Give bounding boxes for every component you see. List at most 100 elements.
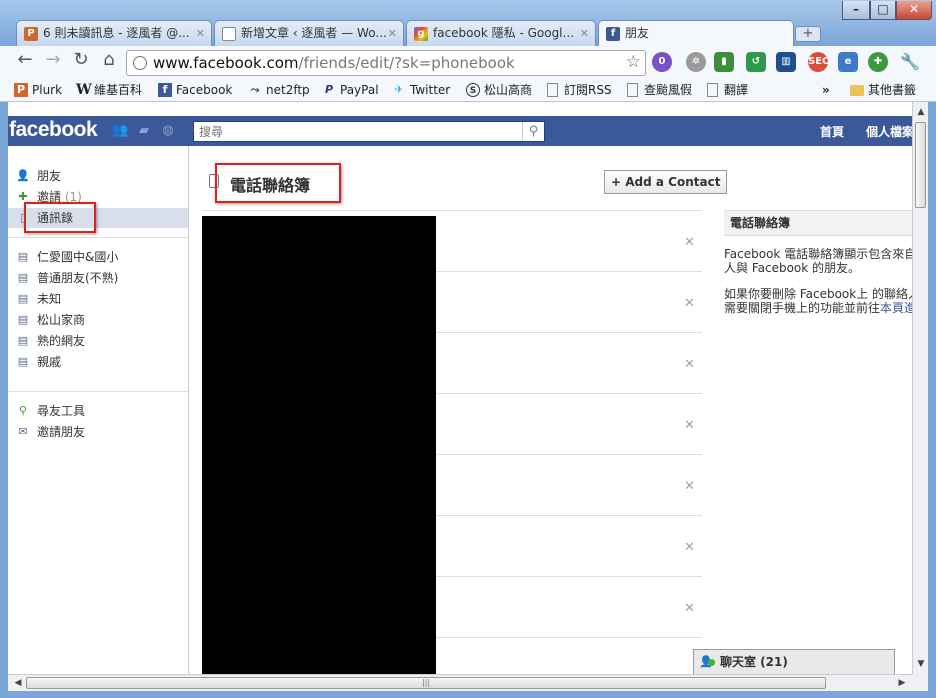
friend-requests-icon[interactable]: 👥 <box>112 123 128 139</box>
close-icon[interactable]: ✕ <box>196 21 205 46</box>
nav-list-item[interactable]: ▤ 普通朋友(不熟) <box>8 268 188 288</box>
search-icon[interactable]: ⚲ <box>522 122 544 141</box>
page-viewport: facebook 👥 ▰ ◍ ⚲ 首頁 個人檔案 👤 朋友 ✚ 邀請 (1) <box>8 102 928 674</box>
home-icon[interactable]: ⌂ <box>98 50 120 72</box>
bookmark-school[interactable]: S 松山高商 <box>466 81 532 99</box>
tab-google[interactable]: g facebook 隱私 - Googl... ✕ <box>406 20 596 46</box>
notifications-icon[interactable]: ◍ <box>160 123 176 139</box>
nav-label: 未知 <box>37 292 62 306</box>
back-arrow-icon[interactable]: ← <box>14 50 36 72</box>
bookmark-label: 訂閱RSS <box>564 83 612 97</box>
tab-wordpress[interactable]: 新增文章 ‹ 逐風者 — Wo... ✕ <box>214 20 404 46</box>
remove-contact-icon[interactable]: ✕ <box>684 418 695 433</box>
opera-extension-icon[interactable]: 0 <box>652 52 672 72</box>
horizontal-scroll-thumb[interactable]: ||| <box>26 677 826 689</box>
new-tab-button[interactable]: + <box>795 26 821 42</box>
facebook-logo[interactable]: facebook <box>9 118 98 142</box>
profile-link[interactable]: 個人檔案 <box>866 123 914 140</box>
other-bookmarks-folder[interactable]: 其他書籤 <box>850 81 916 99</box>
browser-window: P 6 則未讀訊息 - 逐風者 @... ✕ 新增文章 ‹ 逐風者 — Wo..… <box>0 0 936 698</box>
bookmark-twitter[interactable]: ✈ Twitter <box>392 81 450 99</box>
remove-contact-icon[interactable]: ✕ <box>684 357 695 372</box>
plurk-icon: P <box>24 27 38 41</box>
star-icon[interactable]: ☆ <box>626 52 641 72</box>
tab-friends[interactable]: f 朋友 <box>598 20 794 47</box>
bookmark-label: net2ftp <box>266 83 310 97</box>
chat-label: 聊天室 (21) <box>720 655 788 669</box>
nav-label: 仁愛國中&國小 <box>37 250 119 264</box>
tab-title: facebook 隱私 - Googl... <box>433 26 574 40</box>
minimize-button[interactable]: – <box>842 1 870 20</box>
list-icon: ▤ <box>17 355 29 368</box>
this-page-link[interactable]: 本頁進 <box>880 301 916 315</box>
globe-icon <box>133 56 147 70</box>
phonebook-info-sidebar: 電話聯絡簿 Facebook 電話聯絡簿顯示包含來自 人與 Facebook 的… <box>724 210 928 674</box>
bookmark-facebook[interactable]: f Facebook <box>158 81 232 99</box>
nav-list-item[interactable]: ▤ 熟的網友 <box>8 331 188 351</box>
main-content: 電話聯絡簿 + Add a Contact ✕ ✕ ✕ ✕ ✕ ✕ ✕ 電話聯絡… <box>190 146 928 674</box>
chart-extension-icon[interactable]: ▥ <box>776 52 796 72</box>
nav-label: 親戚 <box>37 355 62 369</box>
bookmarks-bar: P Plurk W 維基百科 f Facebook ⤳ net2ftp P Pa… <box>0 78 936 102</box>
vertical-scroll-thumb[interactable] <box>915 122 926 208</box>
sync-extension-icon[interactable]: ↺ <box>746 52 766 72</box>
remove-contact-icon[interactable]: ✕ <box>684 296 695 311</box>
nav-label: 朋友 <box>37 169 62 183</box>
nav-divider <box>8 391 188 392</box>
horizontal-scrollbar[interactable]: ◀ ||| ▶ <box>8 674 912 691</box>
page-icon <box>627 83 638 97</box>
bookmark-wikipedia[interactable]: W 維基百科 <box>76 81 142 99</box>
bookmark-extension-icon[interactable]: ▮ <box>714 52 734 72</box>
scroll-right-arrow-icon[interactable]: ▶ <box>894 675 910 691</box>
remove-contact-icon[interactable]: ✕ <box>684 540 695 555</box>
nav-list-item[interactable]: ▤ 親戚 <box>8 352 188 372</box>
sidebar-text: Facebook 電話聯絡簿顯示包含來自 <box>724 247 917 261</box>
forward-arrow-icon[interactable]: → <box>42 50 64 72</box>
google-icon: g <box>414 27 428 41</box>
remove-contact-icon[interactable]: ✕ <box>684 235 695 250</box>
home-link[interactable]: 首頁 <box>820 123 844 140</box>
bookmarks-overflow-button[interactable]: » <box>822 81 830 99</box>
close-icon[interactable]: ✕ <box>388 21 397 46</box>
messages-icon[interactable]: ▰ <box>136 123 152 139</box>
scroll-left-arrow-icon[interactable]: ◀ <box>10 675 26 691</box>
facebook-header: facebook 👥 ▰ ◍ ⚲ 首頁 個人檔案 <box>8 116 920 146</box>
online-status-icon <box>708 659 715 666</box>
scroll-up-arrow-icon[interactable]: ▲ <box>913 104 929 120</box>
remove-contact-icon[interactable]: ✕ <box>684 479 695 494</box>
bookmark-typhoon[interactable]: 查颱風假 <box>626 81 692 99</box>
facebook-icon: f <box>158 83 172 97</box>
adblock-extension-icon[interactable]: ✚ <box>868 52 888 72</box>
bookmark-rss[interactable]: 訂閱RSS <box>546 81 612 99</box>
bookmark-plurk[interactable]: P Plurk <box>14 81 62 99</box>
sidebar-text: 需要關閉手機上的功能並前往本頁進 <box>724 301 928 316</box>
tab-plurk[interactable]: P 6 則未讀訊息 - 逐風者 @... ✕ <box>16 20 212 46</box>
nav-list-item[interactable]: ▤ 仁愛國中&國小 <box>8 247 188 267</box>
reload-icon[interactable]: ↻ <box>70 50 92 72</box>
search-input[interactable] <box>194 122 520 141</box>
ie-tab-extension-icon[interactable]: e <box>838 52 858 72</box>
maximize-button[interactable]: □ <box>870 1 896 20</box>
nav-list-item[interactable]: ▤ 松山家商 <box>8 310 188 330</box>
wrench-icon[interactable]: 🔧 <box>900 52 920 72</box>
bookmark-label: 維基百科 <box>94 83 143 97</box>
gear-extension-icon[interactable]: ✲ <box>686 52 706 72</box>
close-window-button[interactable]: ✕ <box>896 1 932 20</box>
add-contact-button[interactable]: + Add a Contact <box>604 170 728 194</box>
find-friends-icon: ⚲ <box>18 404 28 417</box>
bookmark-translate[interactable]: 翻譯 <box>706 81 748 99</box>
bookmark-paypal[interactable]: P PayPal <box>322 81 379 99</box>
nav-item-friends[interactable]: 👤 朋友 <box>8 166 188 186</box>
remove-contact-icon[interactable]: ✕ <box>684 601 695 616</box>
close-icon[interactable]: ✕ <box>580 21 589 46</box>
nav-item-find-friends[interactable]: ⚲ 尋友工具 <box>8 401 188 421</box>
twitter-icon: ✈ <box>394 83 404 96</box>
seo-extension-icon[interactable]: SEO <box>808 52 831 72</box>
address-bar[interactable]: www.facebook.com/friends/edit/?sk=phoneb… <box>126 50 646 76</box>
bookmark-net2ftp[interactable]: ⤳ net2ftp <box>248 81 310 99</box>
scroll-down-arrow-icon[interactable]: ▼ <box>913 656 929 672</box>
nav-item-invite-friends[interactable]: ✉ 邀請朋友 <box>8 422 188 442</box>
nav-list-item[interactable]: ▤ 未知 <box>8 289 188 309</box>
chat-bar[interactable]: 👤 聊天室 (21) <box>693 649 895 674</box>
vertical-scrollbar[interactable]: ▲ ▼ <box>912 102 928 674</box>
